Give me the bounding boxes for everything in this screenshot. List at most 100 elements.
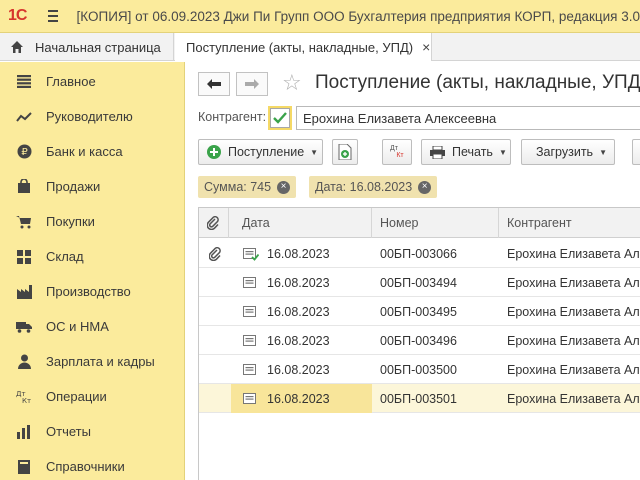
remove-filter-icon[interactable]: × xyxy=(418,180,432,194)
warehouse-icon xyxy=(16,249,32,265)
sidebar-item-manager[interactable]: Руководителю xyxy=(0,99,185,134)
sidebar-item-references[interactable]: Справочники xyxy=(0,449,185,480)
svg-text:Кт: Кт xyxy=(22,397,31,404)
row-number: 00БП-003500 xyxy=(380,362,457,377)
chevron-down-icon: ▼ xyxy=(599,147,607,157)
row-number: 00БП-003494 xyxy=(380,275,457,290)
tab-receipt[interactable]: Поступление (акты, накладные, УПД) × xyxy=(175,33,432,61)
document-icon xyxy=(243,276,256,288)
date-cell: 16.08.2023 xyxy=(231,268,372,297)
kt-label: Кт xyxy=(396,152,404,159)
dt-kt-icon: Дт Кт xyxy=(16,389,32,405)
row-number: 00БП-003495 xyxy=(380,304,457,319)
factory-icon xyxy=(16,284,32,300)
shopping-cart-icon xyxy=(16,214,32,230)
paperclip-icon xyxy=(207,216,219,230)
sidebar-item-reports[interactable]: Отчеты xyxy=(0,414,185,449)
forward-button[interactable] xyxy=(236,72,268,96)
sidebar-item-warehouse[interactable]: Склад xyxy=(0,239,185,274)
tab-home-label: Начальная страница xyxy=(35,39,161,55)
date-cell: 16.08.2023 xyxy=(231,384,372,413)
back-button[interactable] xyxy=(198,72,230,96)
counterparty-filter-checkbox[interactable] xyxy=(268,106,292,130)
filter-chip-label: Сумма: 745 xyxy=(204,180,272,194)
print-label: Печать xyxy=(452,145,493,159)
row-date: 16.08.2023 xyxy=(267,246,330,261)
sidebar-item-salary[interactable]: Зарплата и кадры xyxy=(0,344,185,379)
arrow-left-icon xyxy=(207,79,221,89)
shopping-bag-icon xyxy=(16,179,32,195)
column-header-date[interactable]: Дата xyxy=(229,208,372,238)
sidebar-item-bank[interactable]: ₽ Банк и касса xyxy=(0,134,185,169)
main-menu-icon[interactable] xyxy=(47,10,58,22)
row-date: 16.08.2023 xyxy=(267,362,330,377)
dt-label: Дт xyxy=(390,145,398,152)
sidebar-item-sales[interactable]: Продажи xyxy=(0,169,185,204)
row-counterparty: Ерохина Елизавета Ал xyxy=(507,275,640,290)
add-document-icon xyxy=(338,144,352,160)
attachment-cell xyxy=(209,326,229,355)
filter-chip-sum[interactable]: Сумма: 745 × xyxy=(198,176,297,198)
table-row[interactable]: 16.08.2023 00БП-003494 Ерохина Елизавета А… xyxy=(199,268,640,297)
column-header-counterparty[interactable]: Контрагент xyxy=(499,208,640,238)
attachment-cell xyxy=(209,355,229,384)
sidebar-item-purchases[interactable]: Покупки xyxy=(0,204,185,239)
table-row[interactable]: 16.08.2023 00БП-003496 Ерохина Елизавета А… xyxy=(199,326,640,355)
attachment-column-header[interactable] xyxy=(199,208,229,238)
column-header-number[interactable]: Номер xyxy=(372,208,499,238)
load-label: Загрузить xyxy=(536,145,594,159)
row-number: 00БП-003066 xyxy=(380,246,457,261)
1c-logo[interactable]: 1С xyxy=(8,7,30,25)
more-actions-button[interactable] xyxy=(632,139,640,165)
filter-chip-label: Дата: 16.08.2023 xyxy=(315,180,413,194)
create-copy-button[interactable] xyxy=(332,139,358,165)
sidebar-item-main[interactable]: Главное xyxy=(0,64,185,99)
printer-icon xyxy=(430,145,445,159)
arrow-right-icon xyxy=(245,79,259,89)
chevron-down-icon: ▼ xyxy=(310,147,319,157)
bar-chart-icon xyxy=(16,424,32,440)
tab-home[interactable]: Начальная страница xyxy=(0,33,174,61)
load-button[interactable]: Загрузить ▼ xyxy=(521,139,615,165)
table-header: Дата Номер Контрагент xyxy=(199,208,640,238)
document-list-form: ☆ Поступление (акты, накладные, УПД) Кон… xyxy=(186,62,640,480)
counterparty-field[interactable]: Ерохина Елизавета Алексеевна xyxy=(296,106,640,130)
receipt-create-button[interactable]: Поступление ▼ xyxy=(198,139,323,165)
sidebar-item-label: Банк и касса xyxy=(46,144,123,159)
sidebar-item-label: Главное xyxy=(46,74,96,89)
counterparty-label: Контрагент: xyxy=(198,110,267,124)
filter-chip-date[interactable]: Дата: 16.08.2023 × xyxy=(309,176,438,198)
sidebar-item-label: ОС и НМА xyxy=(46,319,109,334)
table-row[interactable]: 16.08.2023 00БП-003501 Ерохина Елизавета А… xyxy=(199,384,640,413)
paperclip-icon xyxy=(209,246,221,261)
ruble-coin-icon: ₽ xyxy=(16,144,32,160)
attachment-cell xyxy=(209,239,229,268)
tab-receipt-label: Поступление (акты, накладные, УПД) xyxy=(186,39,414,55)
row-counterparty: Ерохина Елизавета Ал xyxy=(507,362,640,377)
row-counterparty: Ерохина Елизавета Ал xyxy=(507,246,640,261)
sidebar-item-operations[interactable]: Дт Кт Операции xyxy=(0,379,185,414)
sidebar-item-label: Операции xyxy=(46,389,107,404)
sidebar-item-production[interactable]: Производство xyxy=(0,274,185,309)
table-row[interactable]: 16.08.2023 00БП-003066 Ерохина Елизавета А… xyxy=(199,239,640,268)
table-row[interactable]: 16.08.2023 00БП-003500 Ерохина Елизавета А… xyxy=(199,355,640,384)
menu-lines-icon xyxy=(16,74,32,90)
print-button[interactable]: Печать ▼ xyxy=(421,139,511,165)
page-title: Поступление (акты, накладные, УПД) xyxy=(315,72,640,93)
app-title: [КОПИЯ] от 06.09.2023 Джи Пи Групп ООО Б… xyxy=(76,8,640,24)
dt-kt-button[interactable]: Дт Кт xyxy=(382,139,412,165)
row-counterparty: Ерохина Елизавета Ал xyxy=(507,391,640,406)
person-icon xyxy=(16,354,32,370)
favorite-star-icon[interactable]: ☆ xyxy=(282,70,302,96)
table-row[interactable]: 16.08.2023 00БП-003495 Ерохина Елизавета А… xyxy=(199,297,640,326)
sidebar-item-fixed-assets[interactable]: ОС и НМА xyxy=(0,309,185,344)
row-date: 16.08.2023 xyxy=(267,333,330,348)
add-circle-icon xyxy=(207,145,221,159)
truck-icon xyxy=(16,319,32,335)
row-date: 16.08.2023 xyxy=(267,275,330,290)
remove-filter-icon[interactable]: × xyxy=(277,180,291,194)
close-tab-icon[interactable]: × xyxy=(422,39,430,55)
receipt-create-label: Поступление xyxy=(228,145,305,159)
sidebar-item-label: Руководителю xyxy=(46,109,133,124)
row-number: 00БП-003501 xyxy=(380,391,457,406)
